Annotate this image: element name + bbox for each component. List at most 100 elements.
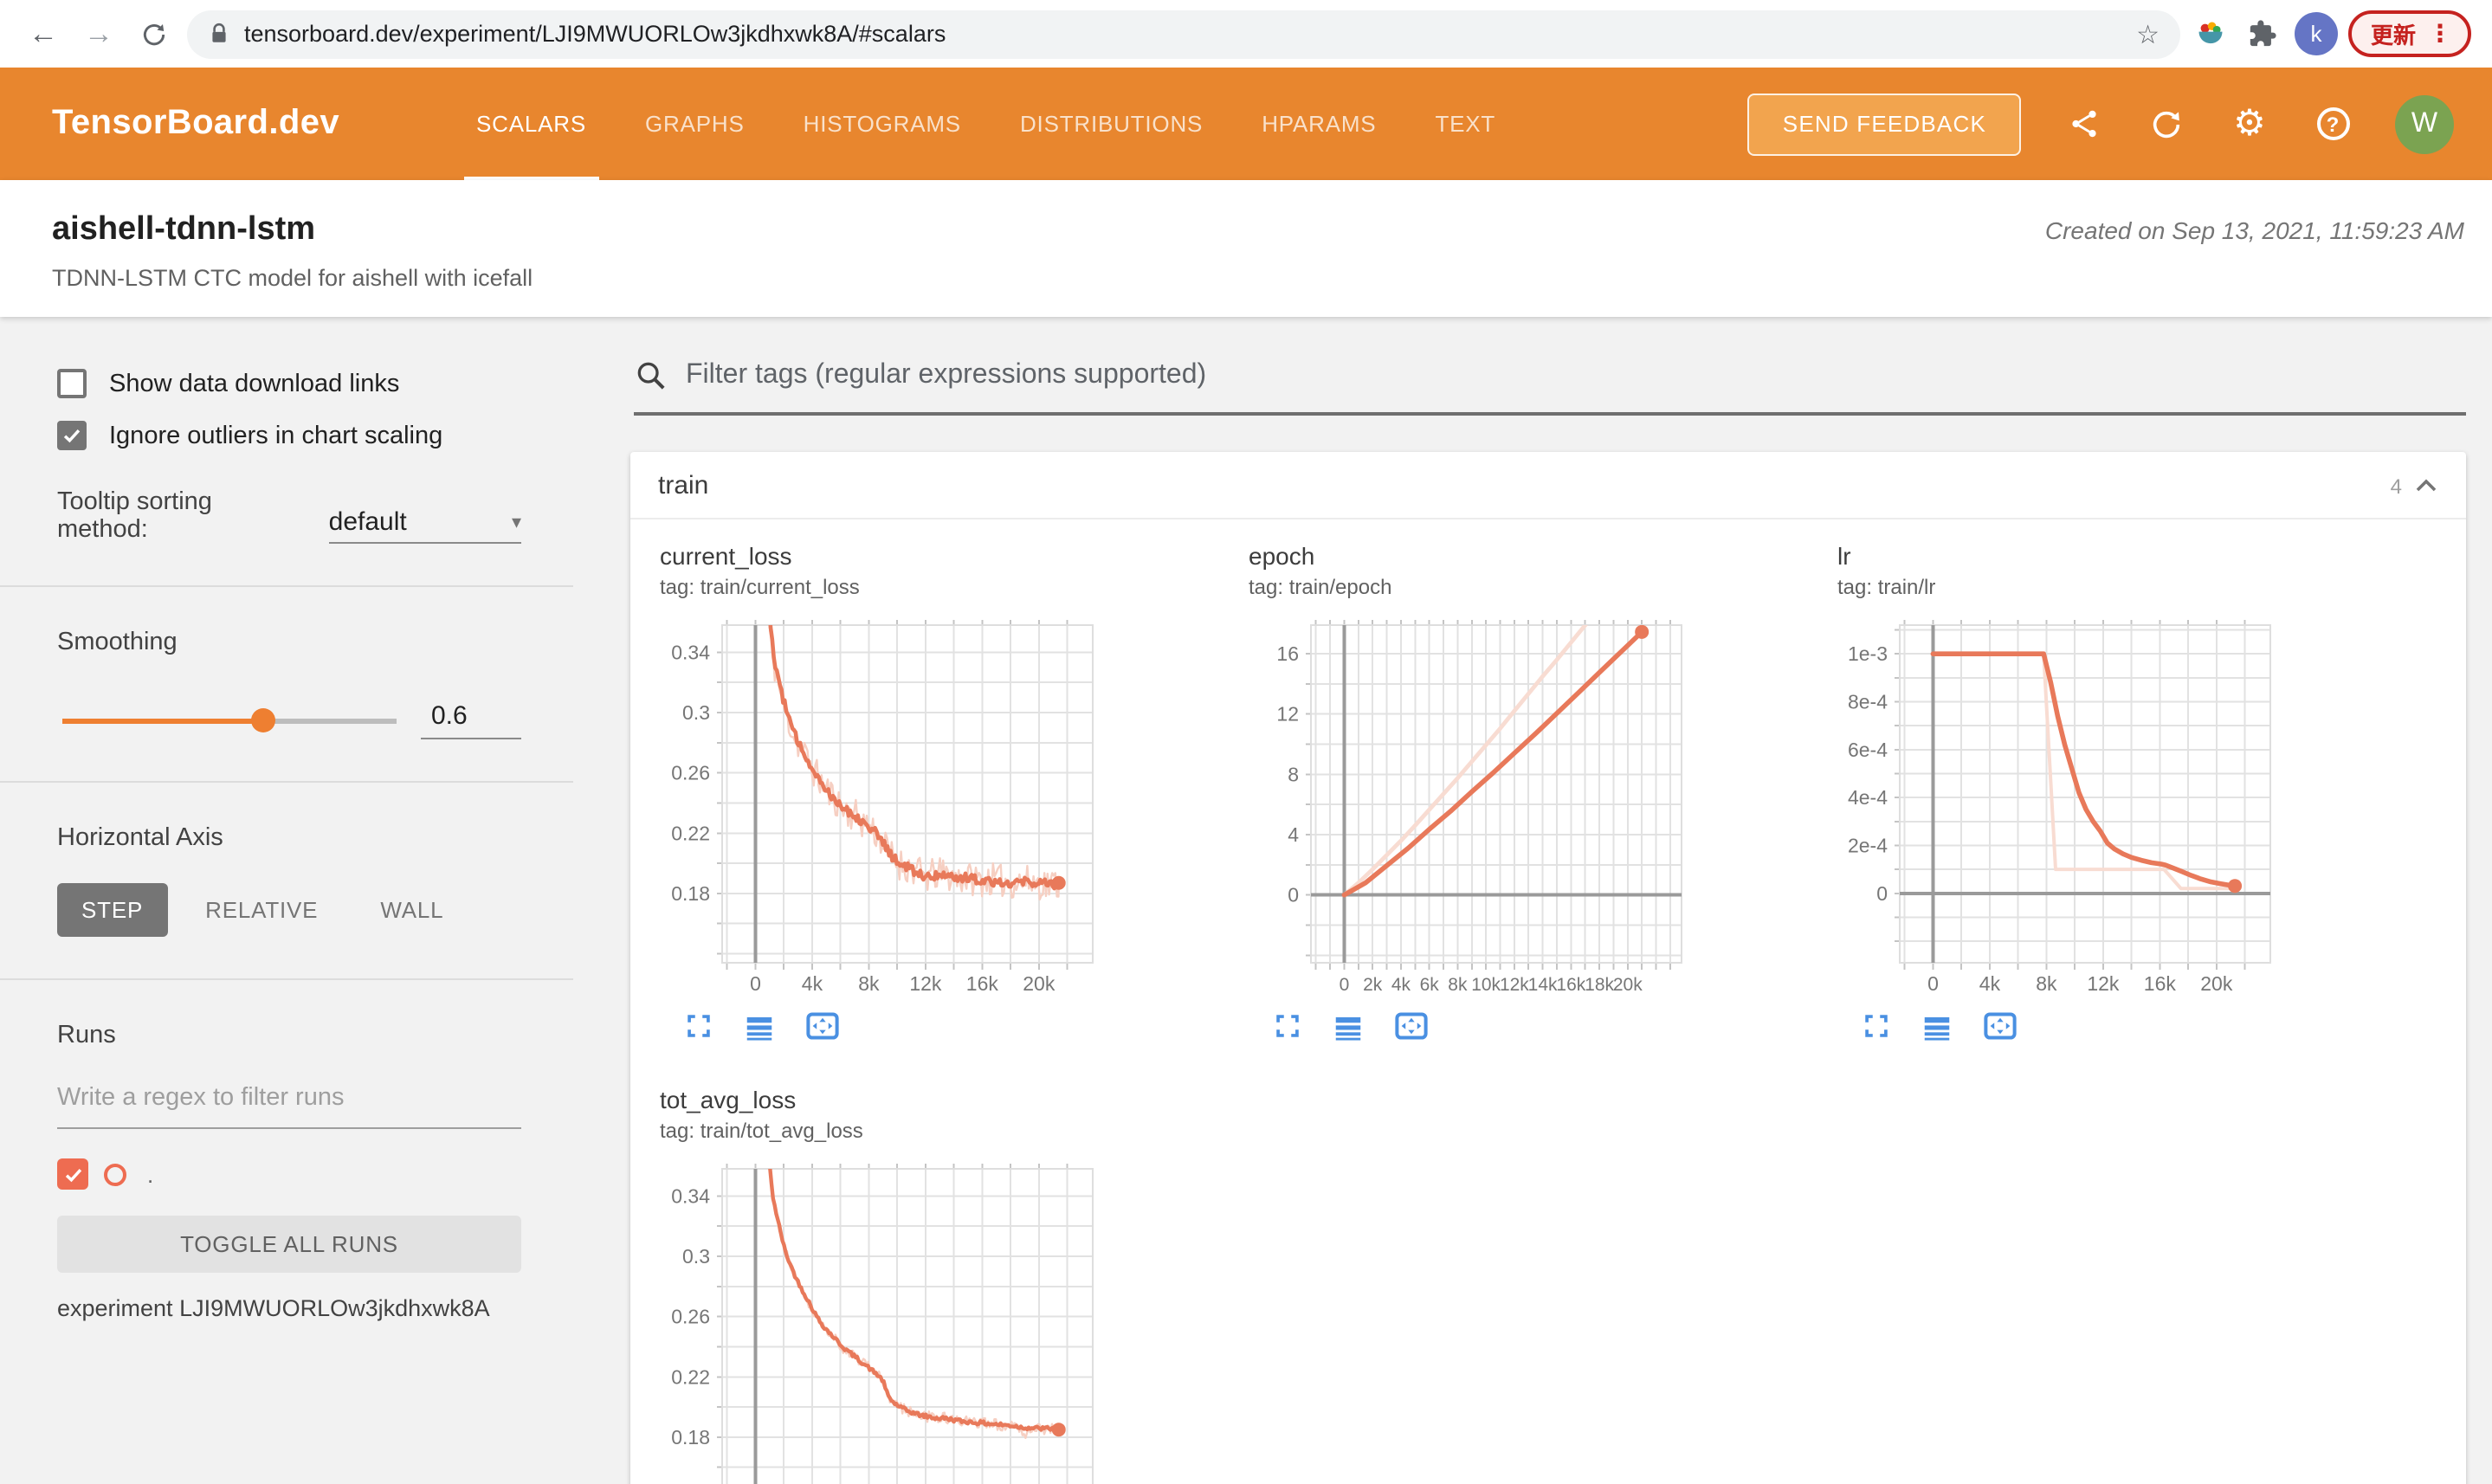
chart-tag: tag: train/epoch bbox=[1249, 575, 1392, 599]
divider bbox=[0, 585, 573, 587]
account-avatar[interactable]: W bbox=[2395, 94, 2454, 153]
section-title: train bbox=[658, 471, 709, 500]
tab-hparams[interactable]: HPARAMS bbox=[1232, 68, 1405, 180]
run-color-circle[interactable] bbox=[104, 1163, 126, 1185]
update-button[interactable]: 更新 ⋮ bbox=[2347, 10, 2471, 57]
svg-text:2k: 2k bbox=[1363, 975, 1383, 995]
chart-tag: tag: train/current_loss bbox=[660, 575, 860, 599]
chart-tag: tag: train/tot_avg_loss bbox=[660, 1119, 863, 1143]
svg-text:6e-4: 6e-4 bbox=[1848, 739, 1888, 761]
share-icon[interactable] bbox=[2063, 103, 2104, 145]
runs-filter-input[interactable] bbox=[57, 1074, 521, 1129]
toggle-all-runs-button[interactable]: TOGGLE ALL RUNS bbox=[57, 1216, 521, 1273]
chart-canvas[interactable]: 04k8k12k16k20k0.180.220.260.30.34 bbox=[660, 1162, 1231, 1484]
svg-text:0.26: 0.26 bbox=[671, 762, 710, 784]
refresh-icon bbox=[143, 23, 165, 45]
reload-data-icon[interactable] bbox=[2146, 103, 2187, 145]
svg-text:0.18: 0.18 bbox=[671, 882, 710, 905]
browser-refresh-button[interactable] bbox=[132, 11, 177, 56]
tab-histograms[interactable]: HISTOGRAMS bbox=[774, 68, 991, 180]
tag-filter-input[interactable] bbox=[686, 360, 2466, 391]
chart-canvas[interactable]: 0 4k 8k 12k 16k 20k 0 2e-4 4e-4 6e-4 8e-4 1e-3 bbox=[1837, 618, 2409, 1008]
experiment-header: aishell-tdnn-lstm TDNN-LSTM CTC model fo… bbox=[0, 180, 2492, 317]
tag-filter-row bbox=[634, 358, 2466, 416]
url-text: tensorboard.dev/experiment/LJI9MWUORLOw3… bbox=[244, 21, 946, 47]
chart-title: tot_avg_loss bbox=[660, 1086, 797, 1113]
axis-wall-button[interactable]: WALL bbox=[356, 883, 468, 937]
axis-step-button[interactable]: STEP bbox=[57, 883, 168, 937]
forward-button[interactable]: → bbox=[76, 11, 121, 56]
checkbox-icon[interactable] bbox=[57, 369, 87, 398]
fit-domain-icon[interactable] bbox=[1983, 1011, 2017, 1041]
fit-domain-icon[interactable] bbox=[805, 1011, 840, 1041]
svg-text:8e-4: 8e-4 bbox=[1848, 691, 1888, 713]
smoothing-slider[interactable] bbox=[62, 708, 397, 732]
checkbox-show-download-links[interactable]: Show data download links bbox=[57, 369, 521, 398]
log-scale-icon[interactable] bbox=[1332, 1012, 1365, 1040]
browser-toolbar: ← → tensorboard.dev/experiment/LJI9MWUOR… bbox=[0, 0, 2492, 68]
help-glyph: ? bbox=[2326, 112, 2340, 136]
run-checkbox[interactable] bbox=[57, 1158, 88, 1190]
log-scale-icon[interactable] bbox=[743, 1012, 776, 1040]
svg-text:16: 16 bbox=[1276, 642, 1299, 665]
checkbox-label: Ignore outliers in chart scaling bbox=[109, 422, 443, 449]
axis-relative-button[interactable]: RELATIVE bbox=[181, 883, 342, 937]
runs-label: Runs bbox=[57, 1022, 116, 1049]
svg-text:20k: 20k bbox=[1613, 975, 1643, 995]
send-feedback-button[interactable]: SEND FEEDBACK bbox=[1747, 93, 2021, 155]
checkbox-ignore-outliers[interactable]: Ignore outliers in chart scaling bbox=[57, 421, 521, 450]
tab-distributions[interactable]: DISTRIBUTIONS bbox=[991, 68, 1232, 180]
app-logo[interactable]: TensorBoard.dev bbox=[52, 104, 339, 144]
checkbox-icon[interactable] bbox=[57, 421, 87, 450]
slider-fill bbox=[62, 718, 263, 723]
tab-scalars[interactable]: SCALARS bbox=[447, 68, 616, 180]
chevron-up-icon[interactable] bbox=[2414, 476, 2438, 495]
app-header: TensorBoard.dev SCALARS GRAPHS HISTOGRAM… bbox=[0, 68, 2492, 180]
svg-text:4: 4 bbox=[1288, 823, 1299, 846]
svg-text:12k: 12k bbox=[1500, 975, 1529, 995]
train-section-header[interactable]: train 4 bbox=[630, 452, 2466, 519]
page: ← → tensorboard.dev/experiment/LJI9MWUOR… bbox=[0, 0, 2492, 1484]
svg-text:0.3: 0.3 bbox=[682, 701, 710, 724]
extensions-puzzle-icon[interactable] bbox=[2243, 19, 2284, 48]
update-label: 更新 bbox=[2370, 23, 2416, 48]
url-bar[interactable]: tensorboard.dev/experiment/LJI9MWUORLOw3… bbox=[187, 10, 2180, 58]
chart-canvas[interactable]: 04k8k12k16k20k0.180.220.260.30.34 bbox=[660, 618, 1231, 1008]
expand-chart-icon[interactable] bbox=[684, 1011, 713, 1041]
svg-text:12k: 12k bbox=[909, 972, 942, 995]
fit-domain-icon[interactable] bbox=[1394, 1011, 1429, 1041]
chart-title: lr bbox=[1837, 542, 1851, 570]
run-ellipsis: . bbox=[147, 1161, 154, 1187]
help-icon[interactable]: ? bbox=[2312, 103, 2353, 145]
chart-tag: tag: train/lr bbox=[1837, 575, 1936, 599]
slider-thumb[interactable] bbox=[250, 708, 275, 732]
svg-text:0.34: 0.34 bbox=[671, 641, 710, 663]
svg-text:20k: 20k bbox=[2200, 972, 2233, 995]
tab-text[interactable]: TEXT bbox=[1405, 68, 1525, 180]
horizontal-axis-label: Horizontal Axis bbox=[57, 824, 223, 852]
chart-epoch: epoch tag: train/epoch 0 2k 4k 6k 8k 10k 12k 14… bbox=[1249, 542, 1820, 1041]
extension-bowl-icon[interactable] bbox=[2191, 17, 2232, 50]
browser-profile-avatar[interactable]: k bbox=[2294, 12, 2338, 55]
browser-menu-icon[interactable]: ⋮ bbox=[2428, 19, 2452, 48]
dashboard-main: train 4 current_loss tag: train/current_… bbox=[573, 317, 2492, 1484]
bookmark-star-icon[interactable]: ☆ bbox=[2126, 18, 2170, 49]
svg-text:12: 12 bbox=[1276, 703, 1299, 726]
expand-chart-icon[interactable] bbox=[1862, 1011, 1891, 1041]
svg-text:0.22: 0.22 bbox=[671, 1365, 710, 1388]
tab-graphs[interactable]: GRAPHS bbox=[616, 68, 774, 180]
expand-chart-icon[interactable] bbox=[1273, 1011, 1302, 1041]
smoothing-label: Smoothing bbox=[57, 629, 178, 656]
log-scale-icon[interactable] bbox=[1921, 1012, 1953, 1040]
chart-canvas[interactable]: 0 2k 4k 6k 8k 10k 12k 14k 16k 18k 20k 0 4 8 12 16 bbox=[1249, 618, 1820, 1008]
tooltip-sort-select[interactable]: default ▾ bbox=[328, 507, 521, 544]
chart-current-loss: current_loss tag: train/current_loss 0 4k… bbox=[660, 542, 1231, 1041]
divider bbox=[0, 781, 573, 783]
svg-text:0: 0 bbox=[1340, 975, 1350, 995]
smoothing-value[interactable]: 0.6 bbox=[421, 701, 521, 739]
train-section-card: train 4 current_loss tag: train/current_… bbox=[630, 452, 2466, 1484]
chart-title: epoch bbox=[1249, 542, 1315, 570]
run-row: . bbox=[57, 1158, 521, 1190]
settings-gear-icon[interactable]: ⚙ bbox=[2229, 103, 2270, 145]
back-button[interactable]: ← bbox=[21, 11, 66, 56]
